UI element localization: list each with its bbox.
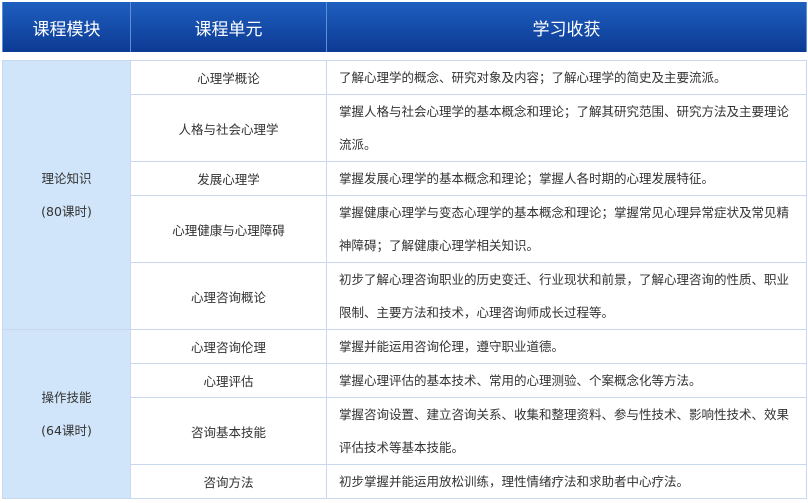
header-outcome: 学习收获 — [326, 2, 807, 52]
module-name: 操作技能 — [41, 390, 92, 405]
header-spacer — [2, 52, 807, 61]
unit-cell: 咨询方法 — [130, 464, 327, 499]
outcome-cell: 掌握健康心理学与变态心理学的基本概念和理论；掌握常见心理异常症状及常见精神障碍；… — [326, 195, 807, 263]
module-hours: (64课时) — [41, 423, 92, 438]
course-table: 课程模块 课程单元 学习收获 理论知识 (80课时) 心理学概论 了解心理学的概… — [2, 2, 807, 499]
table-row: 理论知识 (80课时) 心理学概论 了解心理学的概念、研究对象及内容；了解心理学… — [2, 60, 807, 330]
header-row: 课程模块 课程单元 学习收获 — [2, 2, 807, 52]
outcome-cell: 初步掌握并能运用放松训练，理性情绪疗法和求助者中心疗法。 — [326, 464, 807, 499]
unit-cell: 人格与社会心理学 — [130, 94, 327, 162]
module-name: 理论知识 — [41, 171, 92, 186]
outcome-cell: 掌握咨询设置、建立咨询关系、收集和整理资料、参与性技术、影响性技术、效果评估技术… — [326, 397, 807, 465]
unit-cell: 心理学概论 — [130, 60, 327, 95]
outcome-cell: 掌握发展心理学的基本概念和理论；掌握人各时期的心理发展特征。 — [326, 161, 807, 196]
unit-cell: 咨询基本技能 — [130, 397, 327, 465]
outcome-cell: 掌握并能运用咨询伦理，遵守职业道德。 — [326, 329, 807, 364]
unit-cell: 心理咨询概论 — [130, 262, 327, 330]
unit-cell: 发展心理学 — [130, 161, 327, 196]
unit-cell: 心理咨询伦理 — [130, 329, 327, 364]
outcome-cell: 掌握心理评估的基本技术、常用的心理测验、个案概念化等方法。 — [326, 363, 807, 398]
unit-cell: 心理评估 — [130, 363, 327, 398]
header-unit: 课程单元 — [130, 2, 327, 52]
table-row: 操作技能 (64课时) 心理咨询伦理 掌握并能运用咨询伦理，遵守职业道德。 — [2, 329, 807, 499]
outcome-cell: 了解心理学的概念、研究对象及内容；了解心理学的简史及主要流派。 — [326, 60, 807, 95]
unit-cell: 心理健康与心理障碍 — [130, 195, 327, 263]
outcome-cell: 初步了解心理咨询职业的历史变迁、行业现状和前景，了解心理咨询的性质、职业限制、主… — [326, 262, 807, 330]
outcome-cell: 掌握人格与社会心理学的基本概念和理论；了解其研究范围、研究方法及主要理论流派。 — [326, 94, 807, 162]
module-hours: (80课时) — [41, 204, 92, 219]
module-cell-theory: 理论知识 (80课时) — [2, 60, 131, 330]
module-cell-skills: 操作技能 (64课时) — [2, 329, 131, 499]
header-module: 课程模块 — [2, 2, 131, 52]
